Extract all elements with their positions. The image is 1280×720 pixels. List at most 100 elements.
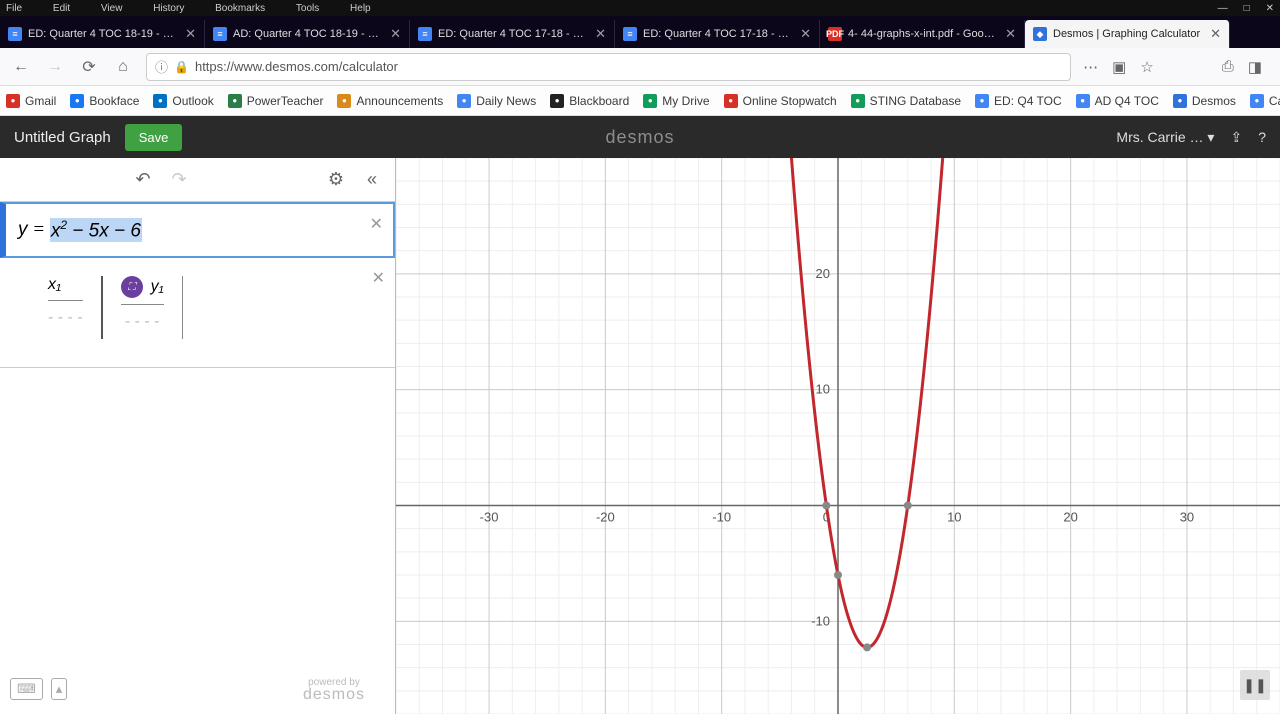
browser-tab[interactable]: ≡ ED: Quarter 4 TOC 18-19 - Go… ✕ [0, 20, 205, 48]
bookmark-star-icon[interactable]: ☆ [1140, 58, 1153, 76]
tab-close-icon[interactable]: ✕ [595, 26, 606, 42]
expression-toolbar: ↶ ↷ ⚙ « [0, 158, 395, 202]
redo-icon[interactable]: ↷ [166, 169, 192, 190]
bookmark-item[interactable]: ● My Drive [643, 94, 709, 108]
bookmark-favicon-icon: ● [851, 94, 865, 108]
svg-text:10: 10 [947, 510, 961, 525]
svg-text:30: 30 [1180, 510, 1194, 525]
url-input[interactable]: ⓘ 🔒 https://www.desmos.com/calculator [146, 53, 1071, 81]
bookmark-favicon-icon: ● [1076, 94, 1090, 108]
delete-expression-icon[interactable]: ✕ [370, 214, 383, 234]
page-actions-icon[interactable]: ⋯ [1083, 58, 1098, 76]
bookmark-label: Announcements [356, 94, 443, 108]
window-close-icon[interactable]: ✕ [1266, 3, 1274, 14]
menu-help[interactable]: Help [350, 3, 371, 14]
window-minimize-icon[interactable]: — [1218, 3, 1228, 14]
bookmark-favicon-icon: ● [550, 94, 564, 108]
window-maximize-icon[interactable]: □ [1244, 3, 1250, 14]
powered-by-desmos: powered by desmos [303, 677, 385, 701]
svg-text:-10: -10 [811, 613, 830, 628]
share-icon[interactable]: ⇪ [1230, 129, 1242, 146]
tab-close-icon[interactable]: ✕ [390, 26, 401, 42]
tab-close-icon[interactable]: ✕ [800, 26, 811, 42]
graph-title[interactable]: Untitled Graph [14, 129, 111, 146]
bookmark-favicon-icon: ● [643, 94, 657, 108]
bookmark-favicon-icon: ● [6, 94, 20, 108]
library-icon[interactable]: ⎙ [1222, 58, 1234, 76]
save-button[interactable]: Save [125, 124, 183, 151]
browser-tab[interactable]: ≡ AD: Quarter 4 TOC 18-19 - Go… ✕ [205, 20, 410, 48]
bookmark-item[interactable]: ● Online Stopwatch [724, 94, 837, 108]
menu-history[interactable]: History [153, 3, 184, 14]
delete-table-icon[interactable]: ✕ [372, 268, 385, 288]
browser-tab[interactable]: PDF 4- 44-graphs-x-int.pdf - Googl… ✕ [820, 20, 1025, 48]
undo-icon[interactable]: ↶ [130, 169, 156, 190]
site-info-icon[interactable]: ⓘ [155, 57, 168, 76]
keyboard-expand-icon[interactable]: ▴ [51, 678, 68, 700]
svg-text:10: 10 [816, 382, 830, 397]
user-menu[interactable]: Mrs. Carrie … ▾ [1116, 129, 1214, 146]
back-icon[interactable]: ← [10, 56, 32, 78]
color-swatch-icon[interactable]: ⛶ [121, 276, 143, 298]
bookmark-item[interactable]: ● Announcements [337, 94, 443, 108]
tab-label: AD: Quarter 4 TOC 18-19 - Go… [233, 28, 384, 40]
bookmark-item[interactable]: ● Outlook [153, 94, 213, 108]
tab-favicon-icon: ≡ [213, 27, 227, 41]
bookmark-item[interactable]: ● AD Q4 TOC [1076, 94, 1159, 108]
os-menubar: File Edit View History Bookmarks Tools H… [0, 0, 1280, 16]
tab-close-icon[interactable]: ✕ [1210, 26, 1221, 42]
expression-row-1[interactable]: y = x2 − 5x − 6 ✕ [0, 202, 395, 258]
tab-favicon-icon: PDF [828, 27, 842, 41]
sidebar-icon[interactable]: ◨ [1248, 58, 1262, 76]
tab-favicon-icon: ◆ [1033, 27, 1047, 41]
bookmark-label: Calendar [1269, 94, 1280, 108]
bookmark-item[interactable]: ● PowerTeacher [228, 94, 324, 108]
bookmark-item[interactable]: ● Gmail [6, 94, 56, 108]
reload-icon[interactable]: ⟳ [78, 56, 100, 78]
bookmark-label: AD Q4 TOC [1095, 94, 1159, 108]
bookmark-favicon-icon: ● [153, 94, 167, 108]
menu-edit[interactable]: Edit [53, 3, 70, 14]
table-header-x[interactable]: x₁ [48, 276, 83, 300]
menu-tools[interactable]: Tools [296, 3, 319, 14]
bookmark-item[interactable]: ● Blackboard [550, 94, 629, 108]
svg-text:-20: -20 [596, 510, 615, 525]
svg-text:20: 20 [1063, 510, 1077, 525]
bookmark-label: My Drive [662, 94, 709, 108]
forward-icon[interactable]: → [44, 56, 66, 78]
menu-bookmarks[interactable]: Bookmarks [215, 3, 265, 14]
bookmark-label: Daily News [476, 94, 536, 108]
bookmark-item[interactable]: ● STING Database [851, 94, 961, 108]
bookmark-item[interactable]: ● Calendar [1250, 94, 1280, 108]
lock-icon: 🔒 [174, 60, 189, 74]
collapse-panel-icon[interactable]: « [359, 169, 385, 190]
bookmark-item[interactable]: ● Daily News [457, 94, 536, 108]
graph-canvas[interactable]: -30-20-10102030-1010200 ❚❚ [396, 158, 1280, 714]
expression-row-2-table[interactable]: ✕ x₁ - - - - ⛶ y₁ - - - - [0, 258, 395, 368]
bookmark-favicon-icon: ● [70, 94, 84, 108]
bookmark-favicon-icon: ● [457, 94, 471, 108]
bookmark-item[interactable]: ● Bookface [70, 94, 139, 108]
home-icon[interactable]: ⌂ [112, 56, 134, 78]
menu-view[interactable]: View [101, 3, 123, 14]
expression-panel: ↶ ↷ ⚙ « y = x2 − 5x − 6 ✕ ✕ x₁ - - - - ⛶ [0, 158, 396, 714]
menu-file[interactable]: File [6, 3, 22, 14]
pause-icon[interactable]: ❚❚ [1240, 670, 1270, 700]
browser-tab[interactable]: ≡ ED: Quarter 4 TOC 17-18 - Go… ✕ [410, 20, 615, 48]
bookmark-favicon-icon: ● [1173, 94, 1187, 108]
help-icon[interactable]: ? [1258, 129, 1266, 145]
settings-gear-icon[interactable]: ⚙ [323, 169, 349, 190]
browser-tab[interactable]: ◆ Desmos | Graphing Calculator ✕ [1025, 20, 1230, 48]
keyboard-toggle-icon[interactable]: ⌨ [10, 678, 43, 700]
bookmark-item[interactable]: ● Desmos [1173, 94, 1236, 108]
bookmark-label: STING Database [870, 94, 961, 108]
bookmark-favicon-icon: ● [1250, 94, 1264, 108]
desmos-header: Untitled Graph Save desmos Mrs. Carrie …… [0, 116, 1280, 158]
browser-tab[interactable]: ≡ ED: Quarter 4 TOC 17-18 - Go… ✕ [615, 20, 820, 48]
table-header-y[interactable]: ⛶ y₁ [121, 276, 164, 304]
tab-close-icon[interactable]: ✕ [185, 26, 196, 42]
reader-icon[interactable]: ▣ [1112, 58, 1126, 76]
tab-close-icon[interactable]: ✕ [1005, 26, 1016, 42]
tab-label: Desmos | Graphing Calculator [1053, 28, 1204, 40]
bookmark-item[interactable]: ● ED: Q4 TOC [975, 94, 1062, 108]
